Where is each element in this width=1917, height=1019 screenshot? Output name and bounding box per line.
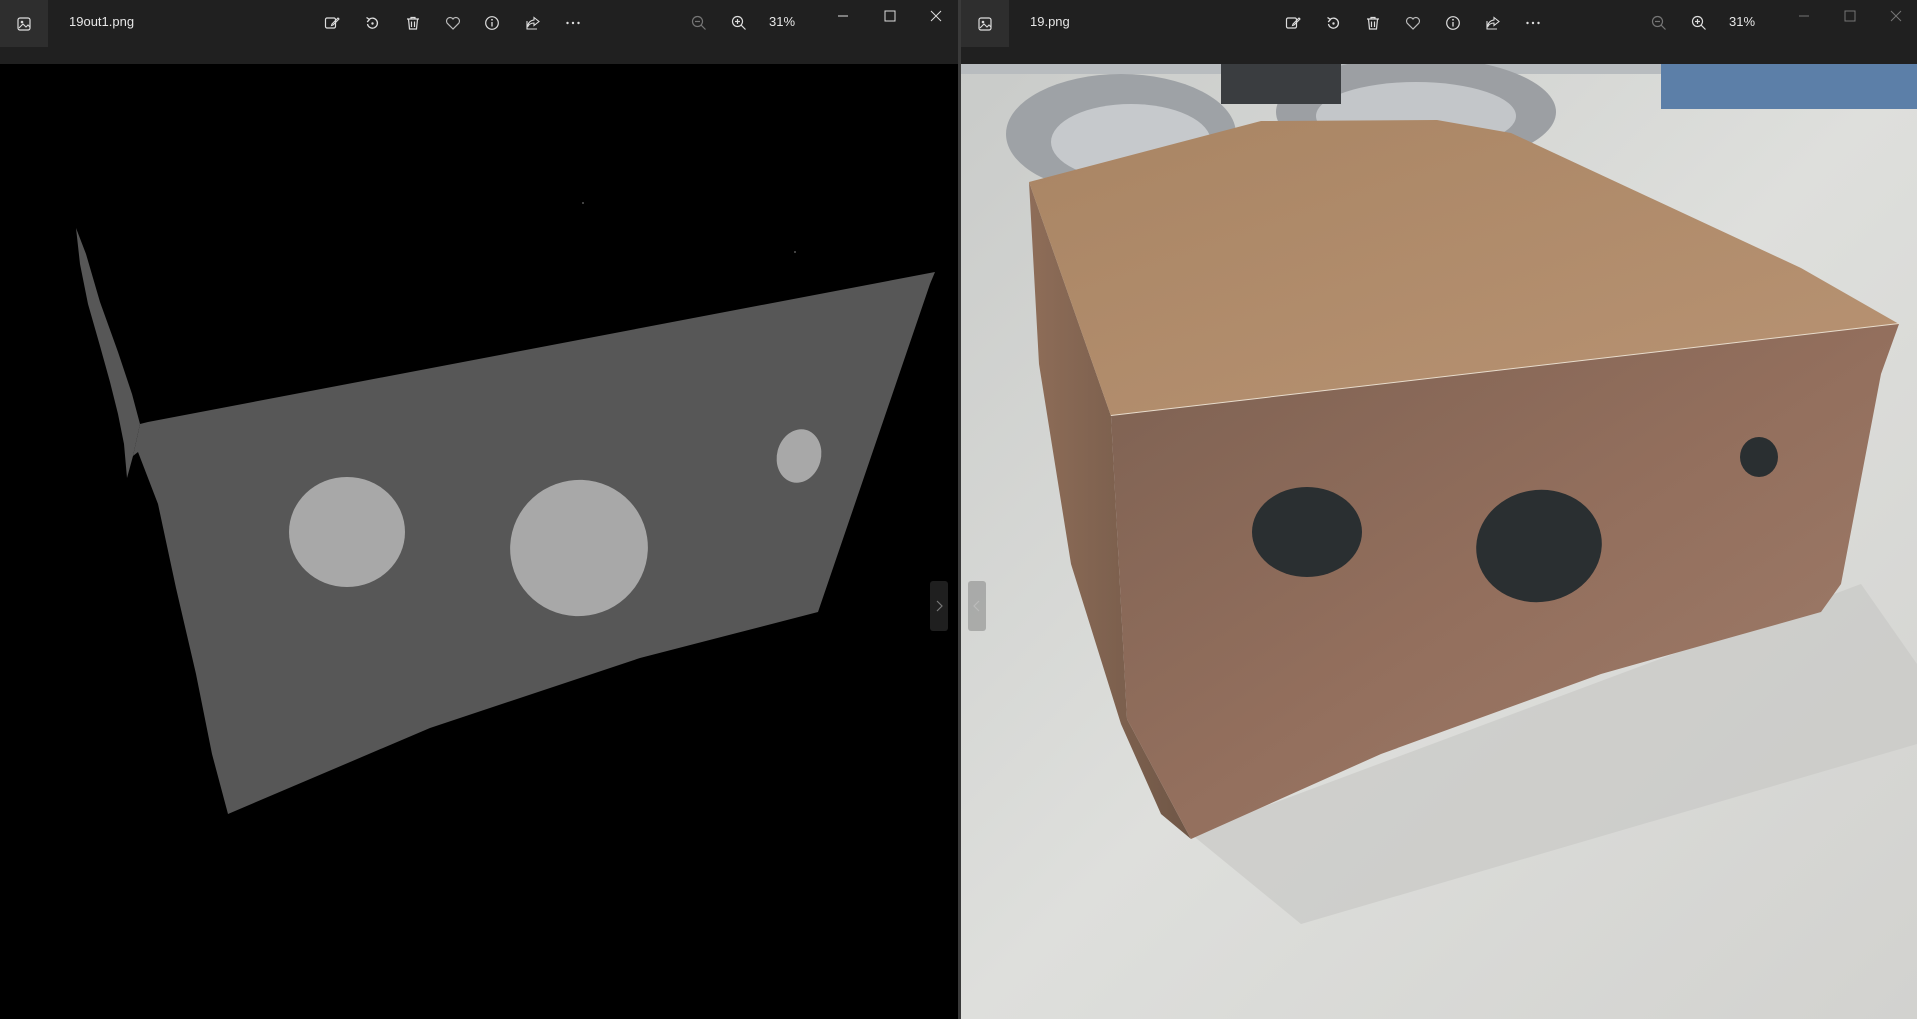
photos-app-icon <box>0 0 48 47</box>
share-icon[interactable] <box>522 12 544 34</box>
next-image-icon[interactable] <box>930 581 948 631</box>
segmentation-mask-image <box>0 64 958 1019</box>
more-icon[interactable] <box>562 12 584 34</box>
zoom-out-icon[interactable] <box>688 12 710 34</box>
close-icon[interactable] <box>1881 5 1911 27</box>
photos-app-icon <box>961 0 1009 47</box>
photos-window-right: 19.png 31% <box>961 0 1917 1019</box>
share-icon[interactable] <box>1482 12 1504 34</box>
image-canvas[interactable] <box>0 64 958 1019</box>
more-icon[interactable] <box>1522 12 1544 34</box>
zoom-level[interactable]: 31% <box>1729 14 1755 29</box>
zoom-level[interactable]: 31% <box>769 14 795 29</box>
favorite-icon[interactable] <box>442 12 464 34</box>
close-icon[interactable] <box>921 5 951 27</box>
maximize-icon[interactable] <box>1835 5 1865 27</box>
edit-image-icon[interactable] <box>321 12 343 34</box>
delete-icon[interactable] <box>402 12 424 34</box>
titlebar: 19out1.png 31% <box>0 0 958 47</box>
minimize-icon[interactable] <box>828 5 858 27</box>
maximize-icon[interactable] <box>875 5 905 27</box>
edit-image-icon[interactable] <box>1282 12 1304 34</box>
delete-icon[interactable] <box>1362 12 1384 34</box>
photos-window-left: 19out1.png 31% <box>0 0 958 1019</box>
zoom-out-icon[interactable] <box>1648 12 1670 34</box>
file-name: 19.png <box>1030 14 1070 29</box>
box-photo-image <box>961 64 1917 1019</box>
zoom-in-icon[interactable] <box>1688 12 1710 34</box>
info-icon[interactable] <box>481 12 503 34</box>
info-icon[interactable] <box>1442 12 1464 34</box>
previous-image-icon[interactable] <box>968 581 986 631</box>
rotate-icon[interactable] <box>1322 12 1344 34</box>
zoom-in-icon[interactable] <box>728 12 750 34</box>
favorite-icon[interactable] <box>1402 12 1424 34</box>
titlebar: 19.png 31% <box>961 0 1917 47</box>
image-canvas[interactable] <box>961 64 1917 1019</box>
file-name: 19out1.png <box>69 14 135 29</box>
minimize-icon[interactable] <box>1789 5 1819 27</box>
rotate-icon[interactable] <box>361 12 383 34</box>
